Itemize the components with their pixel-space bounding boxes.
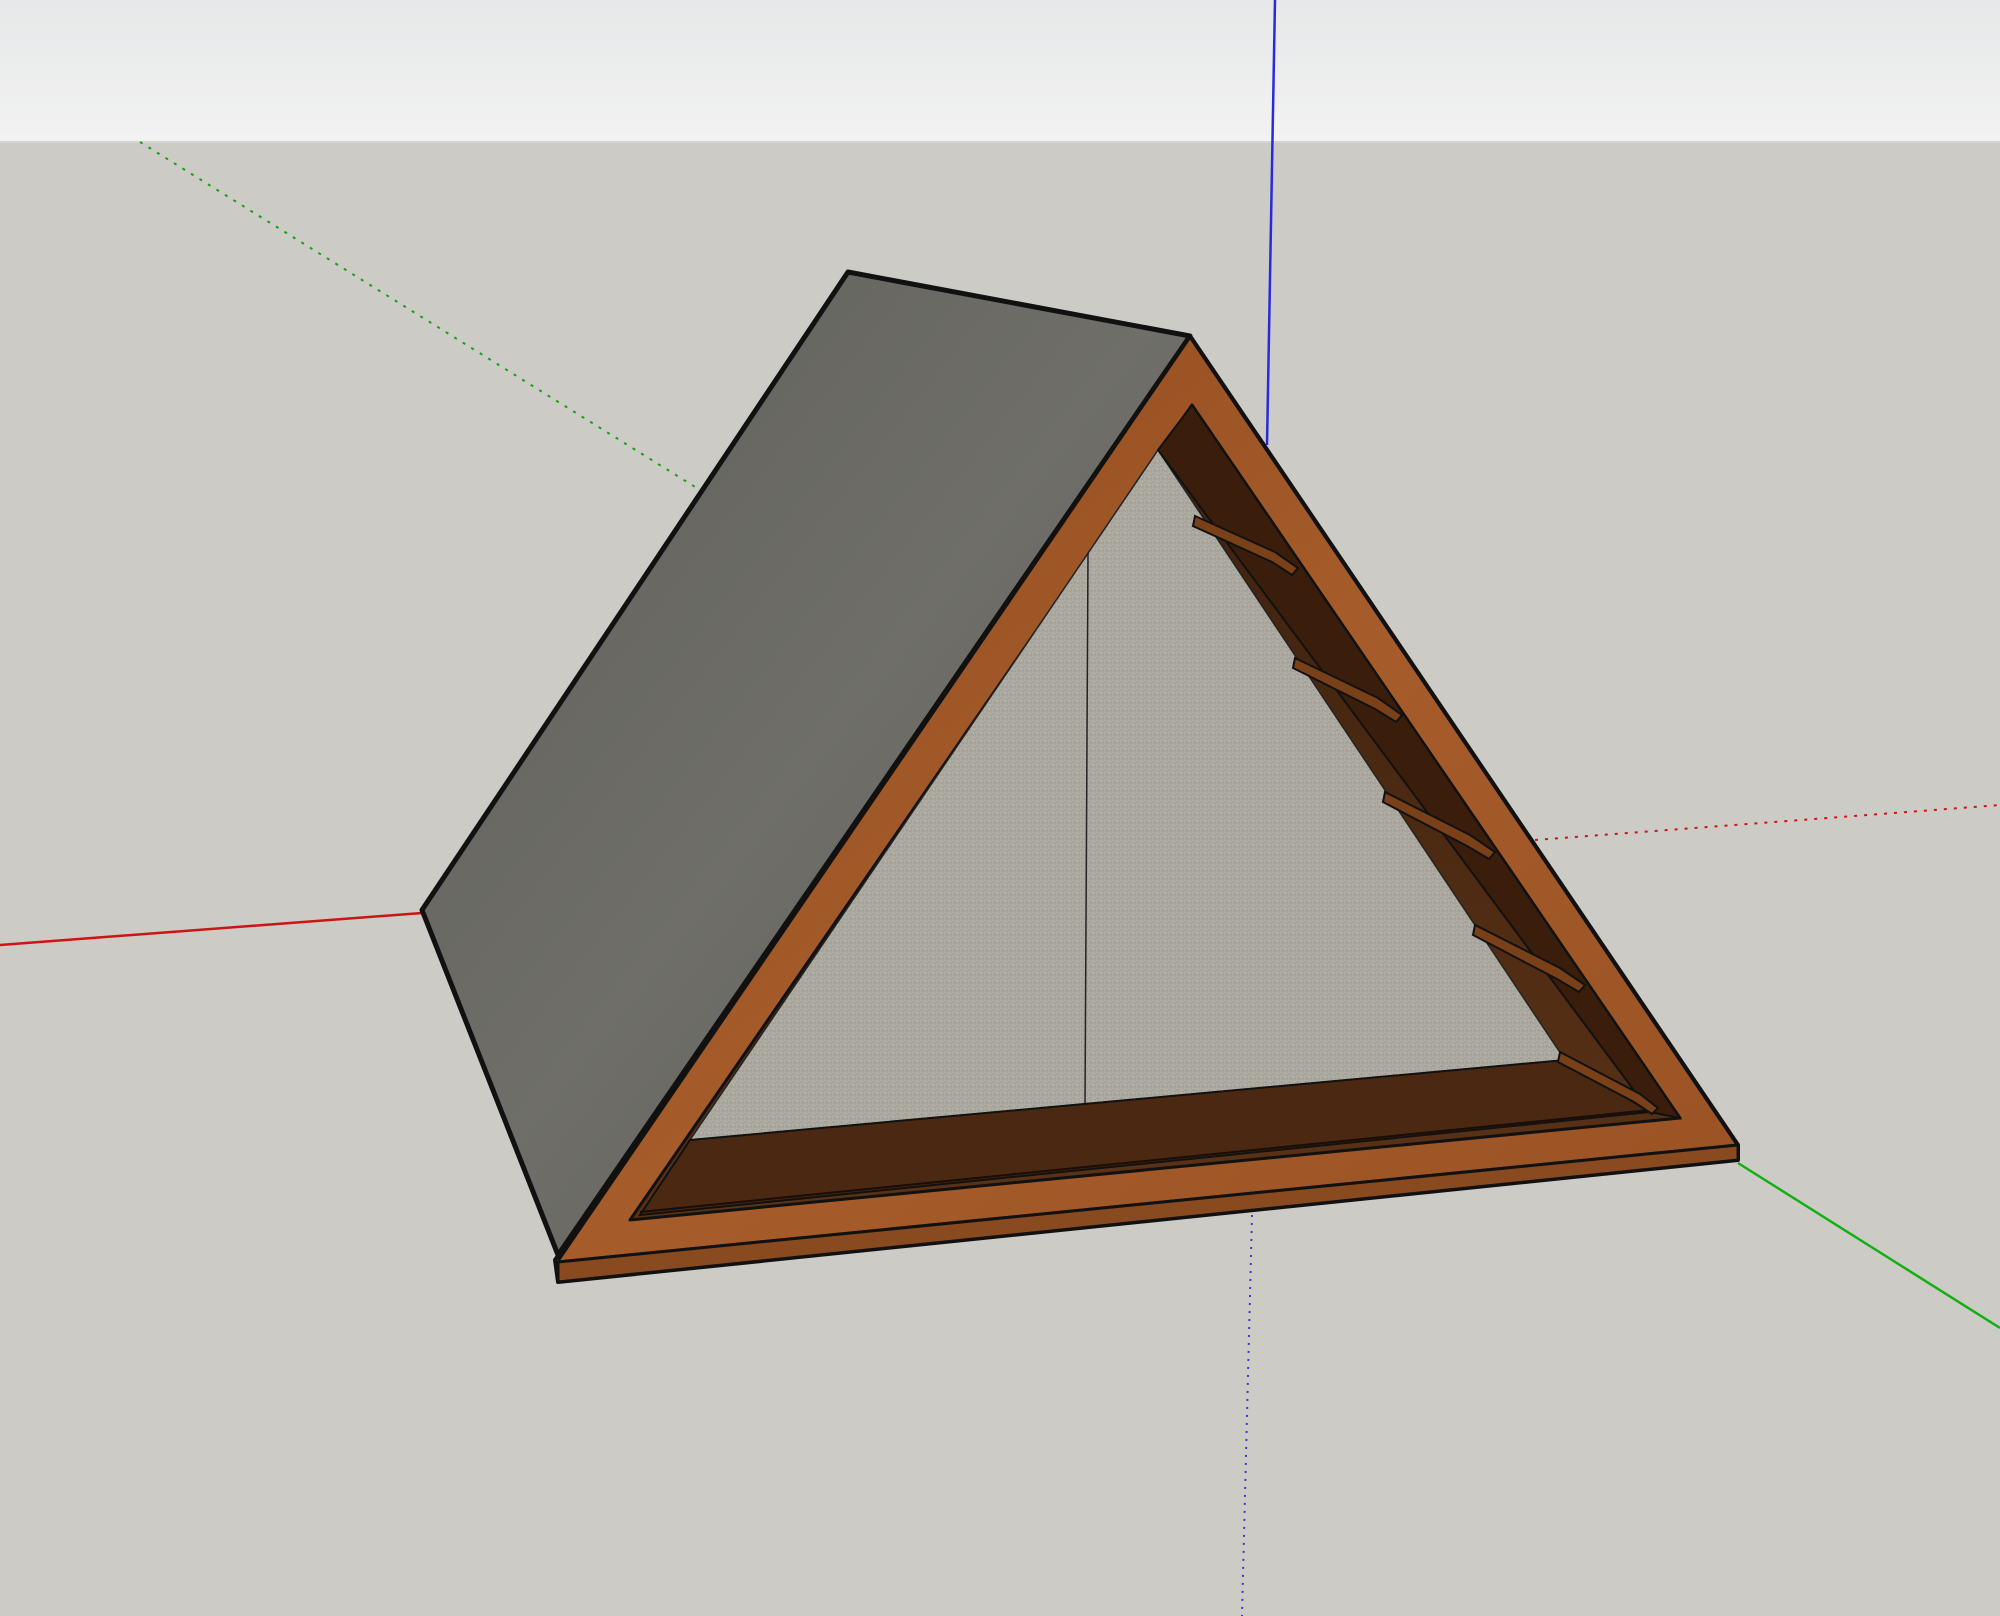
sky-band	[0, 0, 2000, 142]
scene-canvas[interactable]	[0, 0, 2000, 1616]
3d-viewport[interactable]	[0, 0, 2000, 1616]
